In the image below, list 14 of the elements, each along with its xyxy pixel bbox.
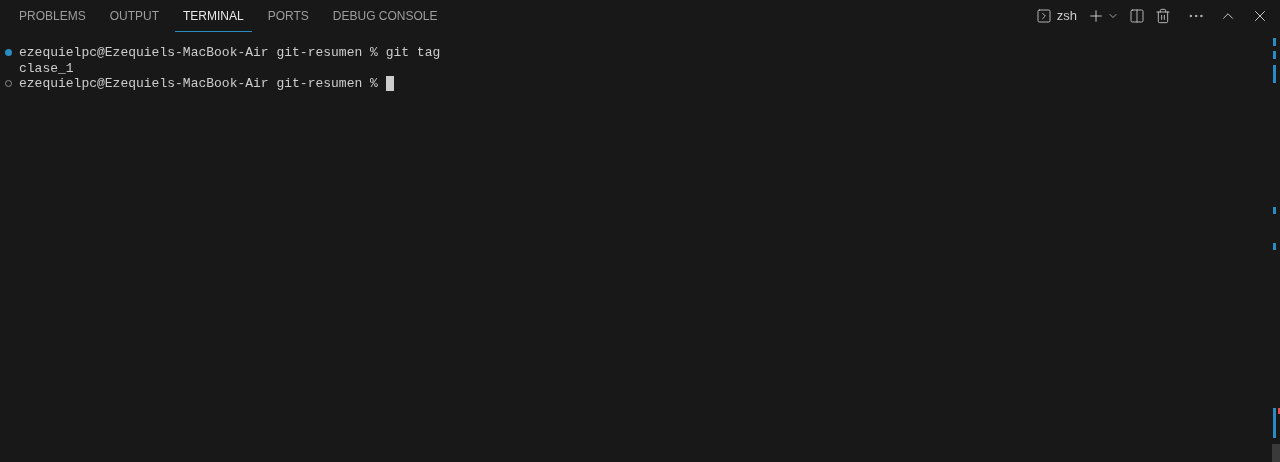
- new-terminal-button[interactable]: [1087, 7, 1119, 25]
- panel-tab[interactable]: DEBUG CONSOLE: [324, 0, 446, 32]
- panel-tab[interactable]: OUTPUT: [101, 0, 168, 32]
- trash-icon[interactable]: [1155, 8, 1171, 24]
- panel-tab[interactable]: PORTS: [259, 0, 317, 32]
- panel-tab[interactable]: PROBLEMS: [11, 0, 94, 32]
- split-icon[interactable]: [1129, 8, 1145, 24]
- terminal-selector[interactable]: zsh: [1035, 6, 1077, 26]
- terminal-line: ezequielpc@Ezequiels-MacBook-Air git-resumen %: [19, 76, 379, 92]
- terminal-line: clase_1: [19, 60, 74, 76]
- panel-tab[interactable]: TERMINAL: [175, 0, 252, 32]
- terminal-icon: [1035, 8, 1052, 24]
- terminal-line: ezequielpc@Ezequiels-MacBook-Air git-resumen % git tag: [19, 45, 441, 61]
- plus-icon: [1087, 7, 1105, 25]
